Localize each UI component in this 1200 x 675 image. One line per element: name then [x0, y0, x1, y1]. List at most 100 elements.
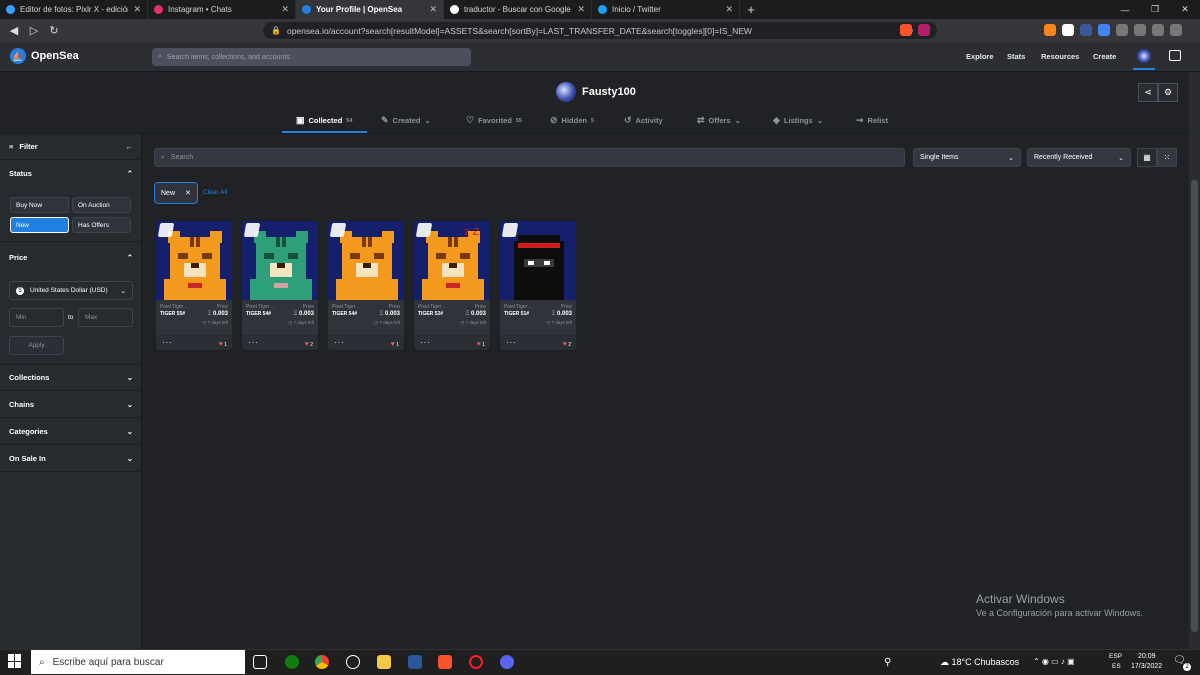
scrollbar-thumb[interactable] [1191, 180, 1198, 632]
brave-icon[interactable] [438, 655, 452, 669]
status-on-auction-button[interactable]: On Auction [72, 197, 131, 213]
discord-icon[interactable] [500, 655, 514, 669]
collection-name[interactable]: Pixel Tiger ... [246, 304, 275, 310]
nft-card[interactable]: Pixel Tiger ... TIGER 54# Price Ξ 0.003 … [241, 220, 319, 351]
language-indicator[interactable]: ESP [1109, 653, 1122, 660]
maximize-button[interactable]: ❐ [1140, 0, 1170, 19]
tab-favorited[interactable]: ♡ Favorited 55 [466, 115, 522, 126]
wallet-icon[interactable] [1169, 50, 1181, 61]
filter-header[interactable]: ≡ Filter ← [0, 134, 142, 160]
opera-icon[interactable] [469, 655, 483, 669]
reload-button[interactable]: ↻ [44, 21, 64, 41]
chains-section-header[interactable]: Chains ⌄ [0, 392, 142, 418]
close-icon[interactable]: ✕ [429, 4, 437, 15]
nft-card[interactable]: Pixel Tiger ... TIGER 54# Price Ξ 0.003 … [327, 220, 405, 351]
site-search-input[interactable]: ⌕ Search items, collections, and account… [152, 48, 471, 66]
collection-name[interactable]: Pixel Tiger ... [160, 304, 189, 310]
close-icon[interactable]: ✕ [185, 189, 191, 197]
price-max-input[interactable]: Max [78, 308, 133, 327]
xbox-icon[interactable] [285, 655, 299, 669]
browser-tab-twitter[interactable]: Inicio / Twitter ✕ [592, 0, 740, 19]
window-close-button[interactable]: ✕ [1170, 0, 1200, 19]
minimize-button[interactable]: — [1110, 0, 1140, 19]
tab-created[interactable]: ✎ Created ⌄ [381, 115, 431, 126]
tab-offers[interactable]: ⇄ Offers ⌄ [697, 115, 741, 126]
item-name[interactable]: TIGER 55# [160, 311, 185, 317]
extension-icon[interactable] [1062, 24, 1074, 36]
brave-rewards-icon[interactable] [918, 24, 930, 36]
forward-button[interactable]: ▷ [24, 21, 44, 41]
favorite-button[interactable]: ♥ 1 [391, 341, 399, 348]
status-section-header[interactable]: Status ⌃ [0, 160, 142, 186]
item-name[interactable]: TIGER 51# [504, 311, 529, 317]
status-buy-now-button[interactable]: Buy Now [10, 197, 69, 213]
nft-image[interactable] [500, 221, 576, 300]
translate-icon[interactable] [1098, 24, 1110, 36]
avatar[interactable] [556, 82, 576, 102]
currency-select[interactable]: $ United States Dollar (USD) ⌄ [9, 281, 133, 300]
tab-hidden[interactable]: ⊘ Hidden 5 [550, 115, 594, 126]
new-tab-button[interactable]: + [740, 0, 762, 19]
item-type-select[interactable]: Single Items ⌄ [913, 148, 1021, 167]
taskbar-search-input[interactable]: ⌕ Escribe aquí para buscar [31, 650, 245, 674]
browser-tab-instagram[interactable]: Instagram • Chats ✕ [148, 0, 296, 19]
nft-image[interactable] [156, 221, 232, 300]
collections-section-header[interactable]: Collections ⌄ [0, 365, 142, 391]
status-has-offers-button[interactable]: Has Offers [72, 217, 131, 233]
chrome-icon[interactable] [315, 655, 329, 669]
brave-shield-icon[interactable] [900, 24, 912, 36]
people-icon[interactable]: ⚲ [884, 657, 891, 668]
arrow-left-icon[interactable]: ← [126, 142, 134, 151]
metamask-icon[interactable] [1044, 24, 1056, 36]
item-name[interactable]: TIGER 52# [418, 311, 443, 317]
settings-button[interactable]: ⚙ [1158, 83, 1178, 102]
close-icon[interactable]: ✕ [133, 4, 141, 15]
active-filter-chip[interactable]: New ✕ [154, 182, 198, 204]
browser-tab-google[interactable]: traductor - Buscar con Google ✕ [444, 0, 592, 19]
url-field[interactable]: 🔒 opensea.io/account?search[resultModel]… [263, 22, 937, 39]
items-search-input[interactable]: ⌕ Search [154, 148, 905, 167]
nft-card[interactable]: Pixel Tiger ... TIGER 55# Price Ξ 0.003 … [155, 220, 233, 351]
more-options-icon[interactable]: ··· [334, 338, 345, 347]
windows-start-icon[interactable] [8, 654, 22, 668]
nft-image[interactable] [242, 221, 318, 300]
back-button[interactable]: ◀ [4, 21, 24, 41]
small-grid-view-button[interactable]: ⁙ [1157, 148, 1177, 167]
categories-section-header[interactable]: Categories ⌄ [0, 419, 142, 445]
wallet-icon[interactable] [1152, 24, 1164, 36]
nav-resources[interactable]: Resources [1041, 52, 1079, 61]
nft-image[interactable]: z Z [414, 221, 490, 300]
nft-card[interactable]: Pixel Tiger ... TIGER 51# Price Ξ 0.003 … [499, 220, 577, 351]
close-icon[interactable]: ✕ [281, 4, 289, 15]
task-view-icon[interactable] [253, 655, 267, 669]
more-options-icon[interactable]: ··· [420, 338, 431, 347]
large-grid-view-button[interactable]: ▦ [1137, 148, 1157, 167]
nav-stats[interactable]: Stats [1007, 52, 1025, 61]
tab-listings[interactable]: ◆ Listings ⌄ [773, 115, 823, 126]
close-icon[interactable]: ✕ [725, 4, 733, 15]
item-name[interactable]: TIGER 54# [332, 311, 357, 317]
clock-date[interactable]: 17/3/2022 [1131, 663, 1162, 670]
nav-create[interactable]: Create [1093, 52, 1116, 61]
collection-name[interactable]: Pixel Tiger ... [504, 304, 533, 310]
favorite-button[interactable]: ♥ 1 [477, 341, 485, 348]
tab-collected[interactable]: ▣ Collected 54 [296, 115, 352, 126]
apply-button[interactable]: Apply [9, 336, 64, 355]
menu-icon[interactable] [1170, 24, 1182, 36]
favorite-button[interactable]: ♥ 1 [219, 341, 227, 348]
nft-card[interactable]: z Z Pixel Tiger ... TIGER 52# Price Ξ 0.… [413, 220, 491, 351]
browser-tab-opensea[interactable]: Your Profile | OpenSea ✕ [296, 0, 444, 19]
profile-avatar-icon[interactable] [1137, 49, 1151, 63]
price-min-input[interactable]: Min [9, 308, 64, 327]
clock-time[interactable]: 20:09 [1138, 653, 1156, 660]
browser-tab-pixlr[interactable]: Editor de fotos: Pixlr X - edición de im… [0, 0, 148, 19]
extension-icon[interactable] [1080, 24, 1092, 36]
price-section-header[interactable]: Price ⌃ [0, 244, 142, 270]
opensea-logo[interactable]: ⛵ OpenSea [10, 48, 79, 64]
weather-widget[interactable]: ☁ 18°C Chubascos [940, 657, 1019, 668]
more-options-icon[interactable]: ··· [506, 338, 517, 347]
close-icon[interactable]: ✕ [577, 4, 585, 15]
on-sale-in-section-header[interactable]: On Sale In ⌄ [0, 446, 142, 472]
favorite-button[interactable]: ♥ 2 [305, 341, 313, 348]
tab-relist[interactable]: ⇝ Relist [856, 115, 888, 126]
